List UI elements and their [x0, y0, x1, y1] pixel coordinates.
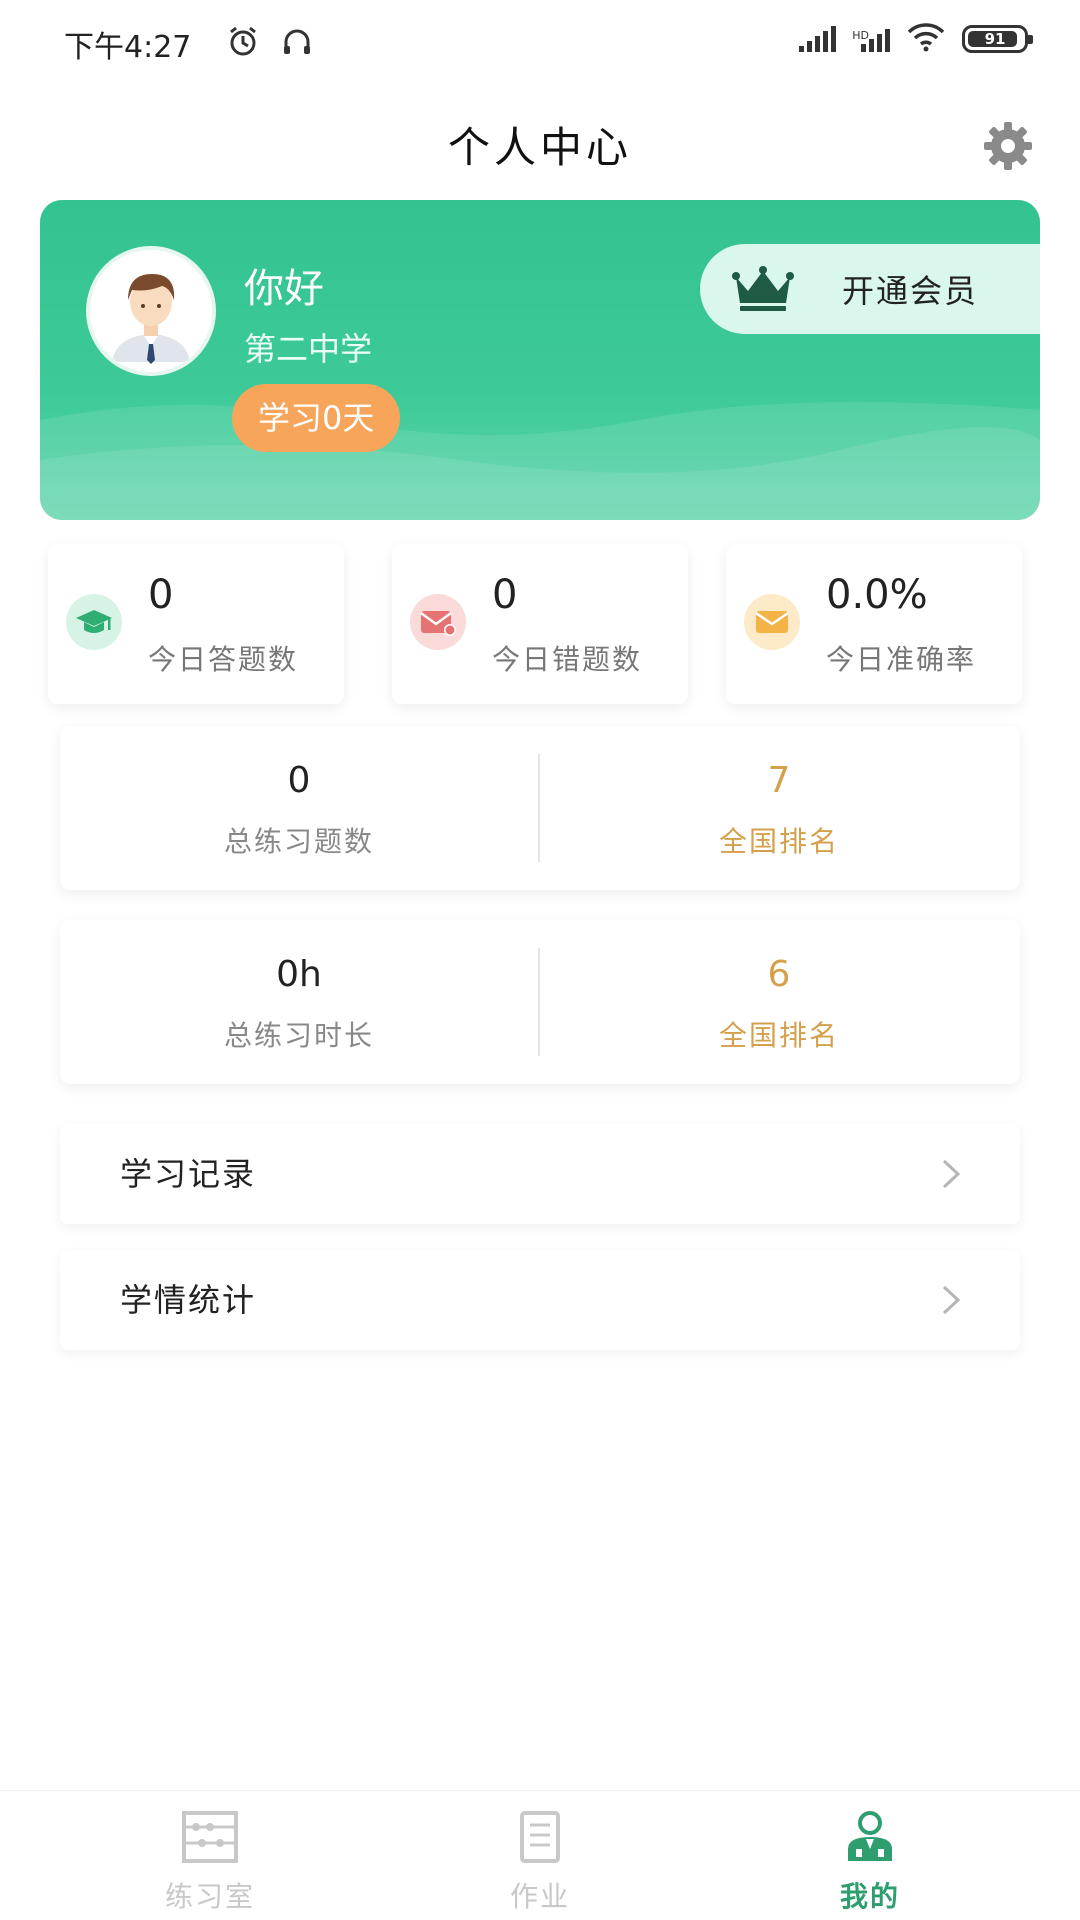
crown-icon — [730, 265, 796, 313]
study-days-badge: 学习0天 — [232, 384, 401, 452]
header: 个人中心 — [0, 88, 1080, 208]
document-icon — [510, 1809, 570, 1865]
alarm-icon — [226, 24, 260, 62]
today-answered-value: 0 — [148, 572, 174, 618]
learning-stats-item[interactable]: 学情统计 — [60, 1250, 1020, 1350]
total-time-card: 0h 总练习时长 6 全国排名 — [60, 920, 1020, 1084]
chevron-right-icon — [936, 1284, 964, 1316]
page-title: 个人中心 — [447, 123, 632, 172]
vip-label: 开通会员 — [842, 272, 979, 310]
today-answered-card: 0 今日答题数 — [48, 544, 344, 704]
questions-rank-value: 7 — [767, 760, 791, 801]
graduation-cap-icon — [66, 594, 122, 650]
menu-item-label: 学情统计 — [120, 1281, 257, 1319]
bottom-tab-bar: 练习室 作业 我的 — [0, 1790, 1080, 1920]
total-time: 0h 总练习时长 — [60, 920, 538, 1084]
time-national-rank[interactable]: 6 全国排名 — [540, 920, 1018, 1084]
status-time: 下午4:27 — [64, 30, 192, 65]
total-questions-label: 总练习题数 — [223, 825, 374, 858]
headphones-icon — [280, 24, 314, 62]
today-accuracy-value: 0.0% — [826, 572, 928, 618]
tab-label: 作业 — [509, 1880, 570, 1913]
total-questions: 0 总练习题数 — [60, 726, 538, 890]
tab-label: 我的 — [839, 1880, 900, 1913]
questions-rank-label: 全国排名 — [718, 825, 839, 858]
wifi-icon — [906, 22, 946, 56]
today-stats: 0 今日答题数 0 今日错题数 0.0% 今日准确率 — [0, 544, 1080, 704]
settings-button[interactable] — [976, 116, 1040, 180]
battery-icon: 91 — [962, 25, 1033, 53]
greeting: 你好 — [244, 266, 324, 312]
today-answered-label: 今日答题数 — [148, 643, 299, 676]
tab-practice-room[interactable]: 练习室 — [30, 1791, 390, 1920]
total-questions-value: 0 — [287, 760, 311, 801]
hd-signal-icon: HD — [852, 26, 890, 52]
chevron-right-icon — [936, 1158, 964, 1190]
menu-item-label: 学习记录 — [120, 1155, 257, 1193]
tab-mine[interactable]: 我的 — [690, 1791, 1050, 1920]
signal-icon — [799, 26, 837, 52]
today-wrong-card: 0 今日错题数 — [392, 544, 688, 704]
time-rank-value: 6 — [767, 954, 791, 995]
status-bar: 下午4:27 HD 91 — [0, 0, 1080, 88]
avatar[interactable] — [86, 246, 216, 376]
gear-icon — [982, 120, 1034, 176]
vip-button[interactable]: 开通会员 — [700, 244, 1040, 334]
abacus-icon — [180, 1809, 240, 1865]
today-wrong-value: 0 — [492, 572, 518, 618]
mail-icon — [744, 594, 800, 650]
questions-national-rank[interactable]: 7 全国排名 — [540, 726, 1018, 890]
study-records-item[interactable]: 学习记录 — [60, 1124, 1020, 1224]
time-rank-label: 全国排名 — [718, 1019, 839, 1052]
tab-label: 练习室 — [164, 1880, 255, 1913]
user-icon — [840, 1809, 900, 1865]
total-time-label: 总练习时长 — [223, 1019, 374, 1052]
school-name: 第二中学 — [244, 330, 373, 368]
today-accuracy-label: 今日准确率 — [826, 643, 977, 676]
today-wrong-label: 今日错题数 — [492, 643, 643, 676]
error-mail-icon — [410, 594, 466, 650]
total-questions-card: 0 总练习题数 7 全国排名 — [60, 726, 1020, 890]
profile-page: 下午4:27 HD 91 个人中心 你好 第二中学 学习0天 开通会员 0 今日… — [0, 0, 1080, 1920]
profile-card: 你好 第二中学 学习0天 开通会员 — [40, 200, 1040, 520]
total-time-value: 0h — [276, 954, 322, 995]
tab-homework[interactable]: 作业 — [360, 1791, 720, 1920]
today-accuracy-card: 0.0% 今日准确率 — [726, 544, 1022, 704]
wave-decoration — [40, 402, 1040, 520]
